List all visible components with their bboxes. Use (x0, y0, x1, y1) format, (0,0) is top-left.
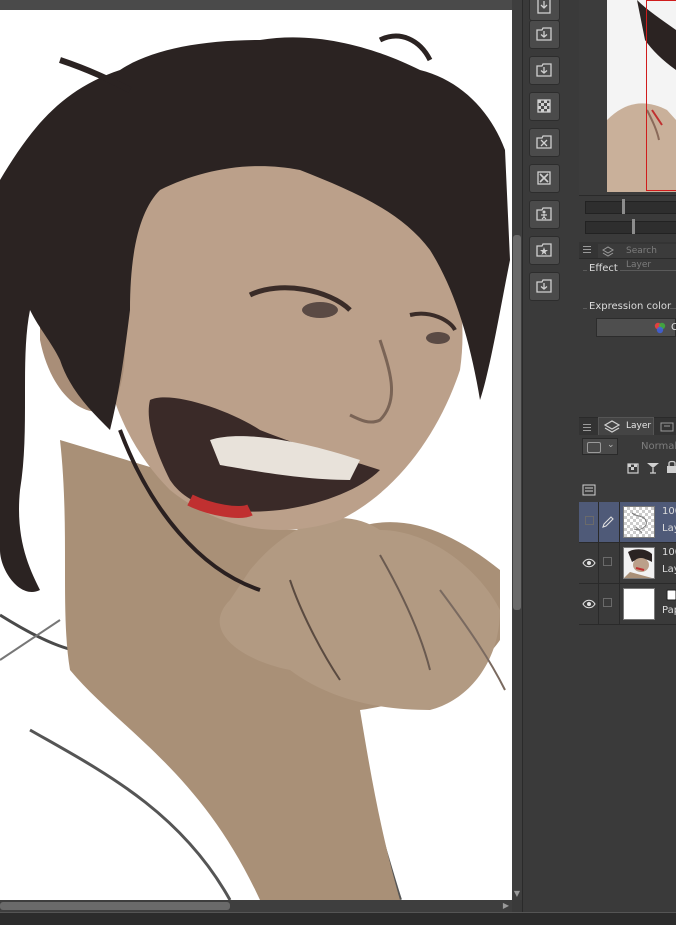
eye-icon[interactable] (582, 557, 596, 569)
paper-layer-thumbnail (623, 588, 655, 620)
layer-color-dropdown[interactable]: ⌄ (582, 438, 618, 455)
command-button-7[interactable] (529, 236, 560, 265)
divider (670, 308, 676, 309)
layer-color-swatch (587, 442, 601, 453)
pen-icon (602, 516, 614, 528)
close-box-icon (537, 171, 551, 185)
divider (619, 584, 620, 624)
download-icon (536, 279, 552, 293)
layer-thumbnail-sketch (631, 512, 647, 534)
star-icon (536, 243, 552, 257)
divider (619, 543, 620, 583)
layer-thumbnail (623, 547, 655, 579)
layer-thumbnail-painting (624, 548, 654, 578)
layer-opacity: 100 % (662, 506, 676, 517)
layer-thumbnail (623, 506, 655, 538)
command-button-3[interactable] (529, 92, 560, 121)
command-button-2[interactable] (529, 56, 560, 85)
command-bar (522, 0, 580, 912)
layer-row[interactable]: 100 % Layer (579, 543, 676, 584)
command-button-4[interactable] (529, 128, 560, 157)
panel-menu-icon[interactable] (583, 245, 591, 253)
status-bar (0, 912, 676, 925)
divider (620, 270, 676, 271)
divider (583, 308, 587, 309)
artwork-painting (0, 33, 510, 901)
navigator-view-frame[interactable] (646, 0, 676, 191)
divider (598, 543, 599, 583)
divider (598, 584, 599, 624)
navigator-rotate-slider[interactable] (585, 219, 676, 234)
zoom-slider-knob[interactable] (622, 199, 625, 214)
expression-color-dropdown[interactable]: C (596, 318, 676, 337)
command-button-6[interactable] (529, 200, 560, 229)
layer-name: Layer (662, 523, 676, 534)
reference-layer-icon[interactable] (645, 460, 661, 474)
eye-icon[interactable] (582, 598, 596, 610)
layer-list-header (579, 480, 676, 503)
horizontal-scroll-thumb[interactable] (0, 902, 230, 910)
scroll-down-arrow-icon[interactable]: ▼ (512, 888, 522, 900)
paper-icon (666, 589, 676, 601)
layer-opacity: 100 % (662, 547, 676, 558)
layer-property-tab-icon[interactable] (660, 421, 676, 433)
layer-edit-checkbox[interactable] (603, 557, 612, 566)
blend-mode-dropdown[interactable]: Normal (641, 441, 676, 452)
command-button-5[interactable] (529, 164, 560, 193)
transform-icon (536, 135, 552, 149)
lock-row (579, 457, 676, 479)
divider (583, 270, 587, 271)
figure-icon (536, 207, 552, 221)
navigator-zoom-slider[interactable] (585, 199, 676, 214)
layer-list-options-icon[interactable] (582, 484, 596, 496)
layer-row[interactable]: Paper (579, 584, 676, 625)
color-circles-icon (654, 322, 666, 334)
layer-panel-menu-icon[interactable] (583, 423, 591, 431)
lock-transparent-icon[interactable] (626, 460, 640, 474)
layer-name: Layer (662, 564, 676, 575)
vertical-scroll-thumb[interactable] (513, 235, 521, 610)
effect-label: Effect (589, 263, 618, 274)
divider (619, 502, 620, 542)
download-icon (536, 27, 552, 41)
rotate-slider-knob[interactable] (632, 219, 635, 234)
tab-layer-label: Layer (626, 421, 652, 431)
layer-visibility-toggle[interactable] (585, 516, 594, 525)
command-button-8[interactable] (529, 272, 560, 301)
download-icon (537, 0, 551, 14)
canvas[interactable] (0, 10, 512, 901)
layer-search-icon (602, 246, 614, 257)
scroll-right-arrow-icon[interactable]: ▶ (500, 900, 512, 912)
layer-row[interactable]: 100 % Layer (579, 502, 676, 543)
divider (598, 502, 599, 542)
checker-icon (537, 99, 551, 113)
expression-color-value: C (671, 322, 676, 333)
command-button-top[interactable] (529, 0, 560, 21)
layers-icon (604, 420, 620, 433)
layer-edit-checkbox[interactable] (603, 598, 612, 607)
command-button-1[interactable] (529, 20, 560, 49)
lock-icon[interactable] (665, 460, 676, 474)
layer-name: Paper (662, 605, 676, 616)
download-icon (536, 63, 552, 77)
chevron-down-icon: ⌄ (607, 440, 615, 450)
expression-color-label: Expression color (589, 301, 672, 312)
